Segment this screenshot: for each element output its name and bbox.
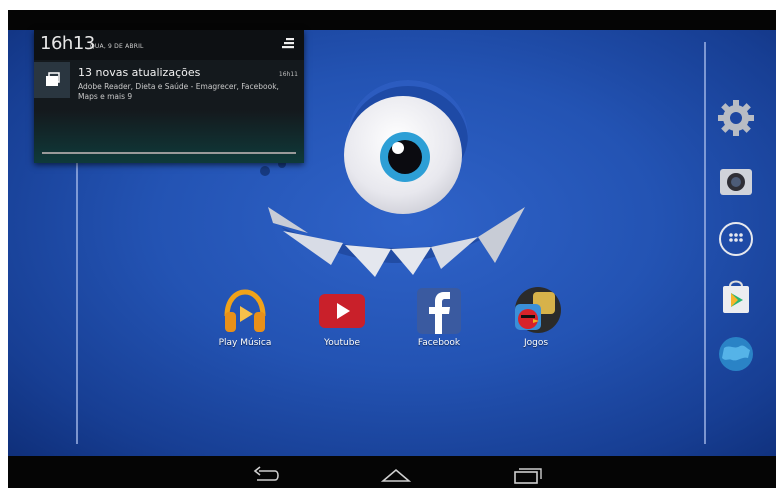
monster-pupil [388, 140, 422, 174]
dock-app-drawer[interactable] [716, 219, 756, 259]
camera-icon [720, 169, 752, 195]
tablet-screen: Play Música Youtube Facebook Jogos 16h13… [0, 0, 776, 488]
quick-settings-icon[interactable] [280, 37, 294, 51]
dock-play-store[interactable] [716, 276, 756, 316]
dock-settings[interactable] [716, 98, 756, 138]
monster-teeth [268, 207, 525, 277]
youtube-play-icon [317, 286, 367, 336]
updates-icon [34, 62, 70, 98]
notification-shade[interactable]: 16h13 QUA, 9 DE ABRIL 13 novas atualizaç… [34, 30, 304, 163]
clock-time: 16h13 [40, 33, 95, 54]
headphones-icon [220, 286, 270, 336]
app-label: Youtube [324, 338, 360, 348]
back-icon [253, 466, 279, 481]
clock-date: QUA, 9 DE ABRIL [90, 43, 144, 50]
shade-drag-handle[interactable] [42, 152, 296, 154]
play-store-icon [723, 280, 749, 313]
app-folder-jogos[interactable]: Jogos [496, 286, 576, 348]
notification-time: 16h11 [278, 71, 298, 78]
angry-bird-icon [511, 286, 561, 336]
monster-eye [344, 96, 462, 214]
home-button[interactable] [380, 466, 412, 484]
notification-body: Adobe Reader, Dieta e Saúde - Emagrecer,… [78, 82, 279, 101]
app-label: Jogos [523, 338, 549, 348]
dock-camera[interactable] [716, 162, 756, 202]
app-facebook[interactable]: Facebook [399, 286, 479, 348]
monster-iris [380, 132, 430, 182]
notification-shade-bottom [34, 110, 304, 163]
recent-apps-button[interactable] [512, 466, 542, 484]
monster-dot [260, 166, 270, 176]
recent-apps-icon [514, 468, 542, 484]
facebook-f-icon [414, 286, 464, 336]
app-label: Facebook [417, 338, 461, 348]
notification-title: 13 novas atualizações [78, 66, 201, 79]
back-button[interactable] [251, 466, 281, 484]
gear-icon [718, 100, 754, 136]
notification-header: 16h13 QUA, 9 DE ABRIL [34, 30, 304, 60]
monster-eye-glint [392, 142, 404, 154]
right-divider-line [704, 42, 706, 444]
app-label: Play Música [218, 338, 272, 348]
app-drawer-icon [719, 222, 753, 256]
app-play-musica[interactable]: Play Música [205, 286, 285, 348]
home-icon [380, 468, 412, 482]
globe-icon [719, 337, 753, 371]
dock-browser[interactable] [716, 334, 756, 374]
status-bar[interactable] [8, 10, 776, 30]
app-youtube[interactable]: Youtube [302, 286, 382, 348]
